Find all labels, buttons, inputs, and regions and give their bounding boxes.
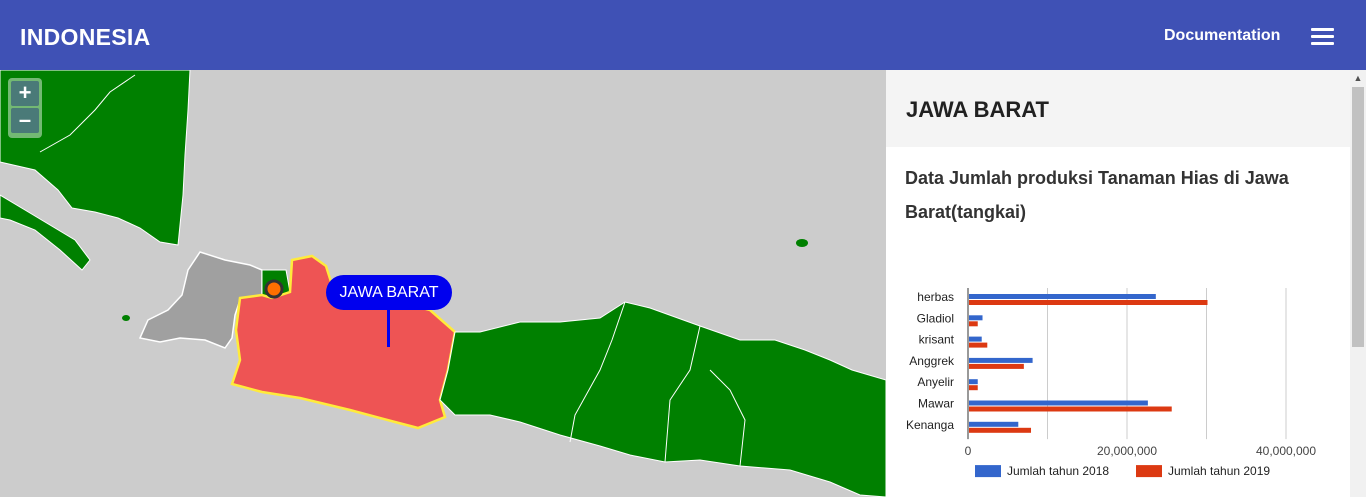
y-category-label: herbas: [917, 290, 954, 304]
zoom-control: + –: [8, 78, 42, 138]
bar-2019: [969, 427, 1032, 433]
bar-2019: [969, 321, 978, 327]
brand-title[interactable]: INDONESIA: [20, 24, 151, 51]
panel-scrollbar[interactable]: ▲: [1350, 70, 1366, 497]
documentation-link[interactable]: Documentation: [1164, 27, 1280, 45]
bar-2019: [969, 363, 1024, 369]
chart-title: Data Jumlah produksi Tanaman Hias di Jaw…: [905, 168, 1289, 222]
legend-swatch: [975, 465, 1001, 478]
bar-2018: [969, 294, 1156, 299]
x-tick-label: 0: [965, 444, 972, 458]
bar-2018: [969, 315, 983, 321]
island-marker: [122, 315, 130, 321]
bar-2018: [969, 379, 978, 385]
bar-2018: [969, 357, 1033, 363]
bar-2019: [969, 300, 1208, 305]
scroll-up-arrow-icon[interactable]: ▲: [1350, 70, 1366, 86]
zoom-in-button[interactable]: +: [11, 81, 39, 106]
legend-label: Jumlah tahun 2019: [1168, 464, 1270, 478]
bar-2019: [969, 406, 1172, 412]
bar-2019: [969, 342, 988, 348]
central-east-java-region: [439, 301, 886, 497]
hamburger-menu-icon[interactable]: [1311, 28, 1334, 45]
x-tick-label: 20,000,000: [1097, 444, 1157, 458]
x-tick-label: 40,000,000: [1256, 444, 1316, 458]
panel-header: JAWA BARAT: [886, 70, 1350, 147]
y-category-label: Anyelir: [917, 375, 954, 389]
y-category-label: Mawar: [918, 397, 954, 411]
info-panel: JAWA BARAT Data Jumlah produksi Tanaman …: [886, 70, 1350, 497]
tooltip-stem: [387, 310, 390, 347]
panel-title: JAWA BARAT: [906, 97, 1049, 122]
y-category-label: Anggrek: [909, 354, 955, 368]
y-category-label: Kenanga: [906, 418, 954, 432]
zoom-out-button[interactable]: –: [11, 108, 39, 133]
bar-2019: [969, 385, 978, 391]
bar-2018: [969, 400, 1148, 406]
y-category-label: krisant: [919, 333, 955, 347]
top-app-bar: INDONESIA Documentation: [0, 0, 1366, 70]
region-tooltip: JAWA BARAT: [326, 275, 452, 310]
y-category-label: Gladiol: [917, 311, 954, 325]
legend-swatch: [1136, 465, 1162, 478]
production-bar-chart: 0 20,000,000 40,000,000 herbas Gladiol krisan…: [906, 288, 1316, 478]
bar-2018: [969, 336, 982, 342]
map-view[interactable]: + – JAWA BARAT: [0, 70, 886, 497]
bar-2018: [969, 421, 1019, 427]
location-marker-icon: [264, 279, 284, 299]
island-marker: [796, 239, 808, 247]
legend-label: Jumlah tahun 2018: [1007, 464, 1109, 478]
scroll-thumb[interactable]: [1352, 87, 1364, 347]
